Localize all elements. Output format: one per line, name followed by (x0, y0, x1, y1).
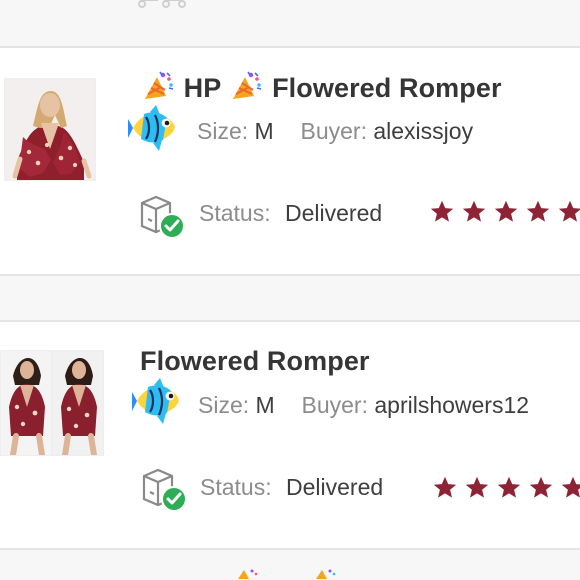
order-meta-row: Size: M Buyer: alexissjoy (197, 118, 473, 144)
order-status-row: Status: Delivered (200, 474, 383, 500)
size-label: Size: (197, 118, 249, 144)
star-icon (497, 476, 521, 498)
order-card[interactable]: Flowered Romper Size: M Buyer: aprilshow… (0, 322, 580, 548)
status-value: Delivered (285, 200, 383, 226)
order-title-text: Flowered Romper (272, 73, 502, 103)
order-card[interactable]: HP Flowered Romper Size: M Buyer: alexis… (0, 48, 580, 274)
star-icon (465, 476, 489, 498)
partial-icon-top (136, 0, 190, 8)
order-title[interactable]: HP Flowered Romper (140, 71, 502, 104)
star-icon (558, 200, 580, 222)
order-meta-row: Size: M Buyer: aprilshowers12 (198, 392, 529, 418)
delivered-package-icon (140, 468, 188, 512)
status-label: Status: (200, 474, 272, 500)
star-icon (433, 476, 457, 498)
tropical-fish-icon (132, 378, 186, 424)
product-thumbnail[interactable] (4, 78, 96, 181)
order-status-row: Status: Delivered (199, 200, 382, 226)
star-icon (462, 200, 486, 222)
buyer-label: Buyer: (300, 118, 367, 144)
partial-party-popper-icons (236, 569, 350, 580)
buyer-username[interactable]: alexissjoy (373, 118, 473, 144)
star-icon (430, 200, 454, 222)
star-icon (561, 476, 580, 498)
buyer-label: Buyer: (301, 392, 368, 418)
party-popper-icon (228, 71, 262, 103)
section-divider (0, 548, 580, 550)
rating-stars (429, 198, 580, 226)
status-value: Delivered (286, 474, 384, 500)
size-label: Size: (198, 392, 250, 418)
star-icon (529, 476, 553, 498)
product-thumbnail[interactable] (0, 350, 104, 456)
status-label: Status: (199, 200, 271, 226)
delivered-package-icon (138, 195, 186, 239)
rating-stars (432, 474, 580, 502)
orders-screen: HP Flowered Romper Size: M Buyer: alexis… (0, 0, 580, 580)
size-value: M (254, 118, 274, 144)
order-title-prefix: HP (183, 73, 221, 103)
party-popper-icon (140, 71, 174, 103)
section-divider (0, 274, 580, 276)
size-value: M (255, 392, 275, 418)
star-icon (494, 200, 518, 222)
tropical-fish-icon (128, 105, 182, 151)
order-title[interactable]: Flowered Romper (140, 346, 370, 377)
star-icon (526, 200, 550, 222)
buyer-username[interactable]: aprilshowers12 (374, 392, 529, 418)
